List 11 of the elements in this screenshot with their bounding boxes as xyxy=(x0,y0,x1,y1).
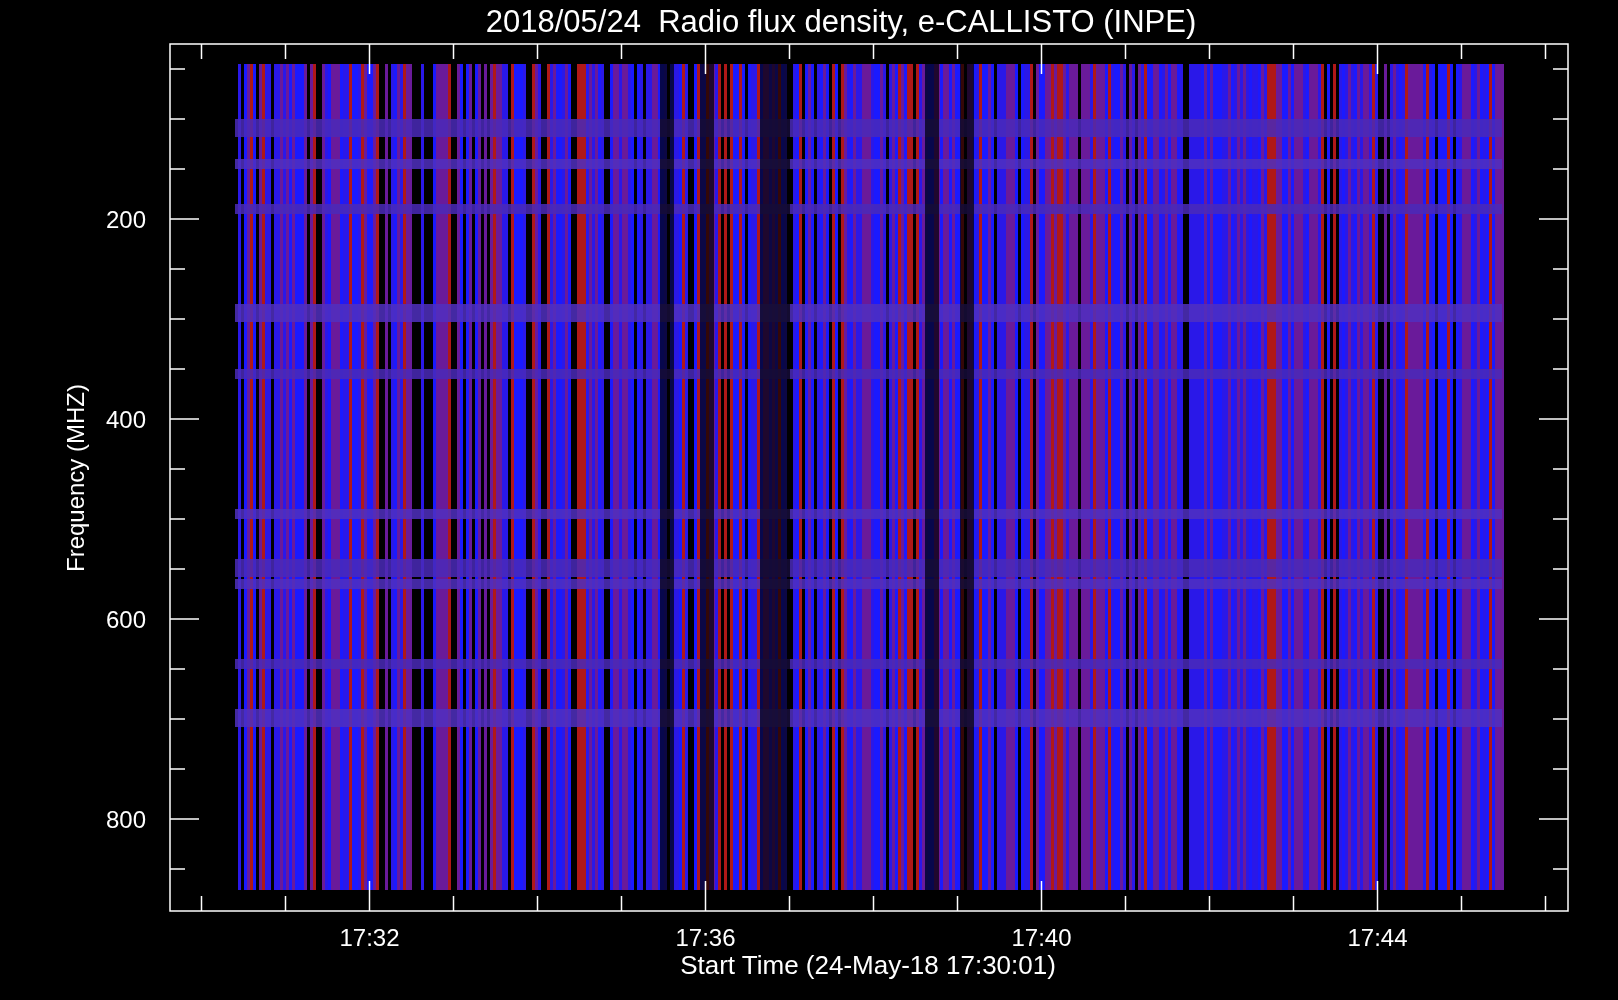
y-tick-label: 400 xyxy=(105,406,146,433)
x-tick-label: 17:40 xyxy=(1011,924,1072,951)
y-tick-label: 600 xyxy=(105,606,146,633)
y-tick-label: 800 xyxy=(105,806,146,833)
chart-title: 2018/05/24 Radio flux density, e-CALLISTO (INPE) xyxy=(485,4,1197,39)
x-axis-label: Start Time (24-May-18 17:30:01) xyxy=(680,950,1056,980)
x-tick-label: 17:36 xyxy=(675,924,736,951)
y-axis-label: Frequency (MHZ) xyxy=(62,384,89,572)
y-tick-label: 200 xyxy=(105,206,146,233)
x-tick-label: 17:44 xyxy=(1347,924,1408,951)
x-tick-label: 17:32 xyxy=(339,924,400,951)
